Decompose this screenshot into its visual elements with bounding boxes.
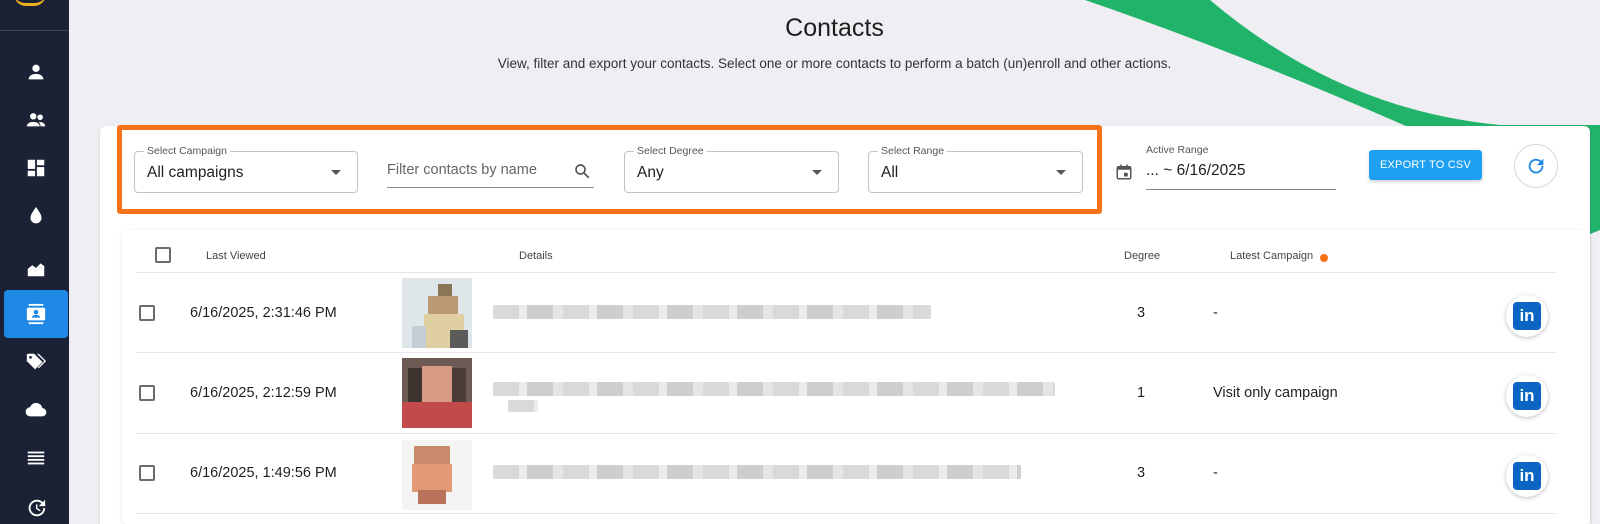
refresh-button[interactable] bbox=[1514, 144, 1558, 188]
sidebar-item-contacts[interactable] bbox=[4, 290, 68, 338]
area-chart-icon bbox=[27, 263, 45, 277]
row-degree: 3 bbox=[1137, 465, 1146, 481]
page-title: Contacts bbox=[785, 14, 884, 42]
blurred-details bbox=[493, 465, 1021, 479]
column-header-latest-campaign[interactable]: Latest Campaign bbox=[1230, 250, 1313, 262]
row-checkbox[interactable] bbox=[139, 465, 155, 481]
active-range-field[interactable]: Active Range ... ~ 6/16/2025 bbox=[1146, 140, 1336, 190]
linkedin-button[interactable]: in bbox=[1506, 295, 1548, 337]
avatar[interactable] bbox=[402, 358, 472, 428]
column-header-details[interactable]: Details bbox=[519, 250, 553, 262]
column-header-last-viewed[interactable]: Last Viewed bbox=[206, 250, 266, 262]
calendar-icon bbox=[1116, 164, 1132, 180]
people-icon bbox=[26, 113, 46, 127]
linkedin-icon: in bbox=[1513, 462, 1541, 490]
degree-select[interactable]: Select Degree Any bbox=[624, 145, 839, 193]
sidebar-item-profile[interactable] bbox=[4, 48, 68, 96]
row-divider bbox=[136, 433, 1556, 434]
dashboard-icon bbox=[27, 159, 45, 177]
range-select[interactable]: Select Range All bbox=[868, 145, 1083, 193]
search-input[interactable] bbox=[387, 152, 594, 188]
linkedin-icon: in bbox=[1513, 302, 1541, 330]
row-latest-campaign: - bbox=[1213, 465, 1218, 481]
export-csv-button[interactable]: EXPORT TO CSV bbox=[1369, 150, 1482, 180]
chevron-down-icon bbox=[331, 170, 341, 175]
row-last-viewed: 6/16/2025, 1:49:56 PM bbox=[190, 465, 337, 481]
active-range-value: ... ~ 6/16/2025 bbox=[1146, 162, 1246, 179]
tags-icon bbox=[26, 353, 47, 370]
campaign-select[interactable]: Select Campaign All campaigns bbox=[134, 145, 358, 193]
row-divider bbox=[136, 272, 1556, 273]
list-icon bbox=[27, 451, 45, 465]
sidebar-item-drip[interactable] bbox=[4, 192, 68, 240]
linkedin-button[interactable]: in bbox=[1506, 375, 1548, 417]
row-degree: 1 bbox=[1137, 385, 1146, 401]
sidebar-item-dashboard[interactable] bbox=[4, 144, 68, 192]
logo bbox=[14, 0, 46, 6]
blurred-details bbox=[493, 382, 1055, 396]
sidebar-item-cloud[interactable] bbox=[4, 386, 68, 434]
sidebar-divider bbox=[0, 30, 69, 31]
chevron-down-icon bbox=[1056, 170, 1066, 175]
row-last-viewed: 6/16/2025, 2:31:46 PM bbox=[190, 305, 337, 321]
status-dot bbox=[1320, 254, 1328, 262]
row-divider bbox=[136, 352, 1556, 353]
page-subtitle: View, filter and export your contacts. S… bbox=[497, 56, 1172, 71]
avatar[interactable] bbox=[402, 440, 472, 510]
sidebar-item-tags[interactable] bbox=[4, 338, 68, 386]
sidebar bbox=[0, 0, 69, 524]
blurred-details bbox=[508, 400, 538, 412]
avatar[interactable] bbox=[402, 278, 472, 348]
active-range-label: Active Range bbox=[1146, 144, 1209, 156]
chevron-down-icon bbox=[812, 170, 822, 175]
search-icon bbox=[575, 164, 590, 179]
sidebar-item-history[interactable] bbox=[4, 484, 68, 524]
row-last-viewed: 6/16/2025, 2:12:59 PM bbox=[190, 385, 337, 401]
history-icon bbox=[28, 499, 46, 517]
select-all-checkbox[interactable] bbox=[155, 247, 171, 263]
blurred-details bbox=[493, 305, 931, 319]
drop-icon bbox=[30, 206, 42, 224]
refresh-icon bbox=[1528, 158, 1544, 174]
row-latest-campaign: Visit only campaign bbox=[1213, 385, 1338, 401]
column-header-degree[interactable]: Degree bbox=[1124, 250, 1160, 262]
range-select-value: All bbox=[881, 164, 899, 181]
degree-select-value: Any bbox=[637, 164, 664, 181]
sidebar-item-team[interactable] bbox=[4, 96, 68, 144]
sidebar-item-queue[interactable] bbox=[4, 434, 68, 482]
contacts-table bbox=[122, 230, 1590, 524]
row-latest-campaign: - bbox=[1213, 305, 1218, 321]
campaign-select-value: All campaigns bbox=[147, 164, 244, 181]
row-checkbox[interactable] bbox=[139, 305, 155, 321]
sidebar-item-analytics[interactable] bbox=[4, 244, 68, 292]
linkedin-button[interactable]: in bbox=[1506, 455, 1548, 497]
linkedin-icon: in bbox=[1513, 382, 1541, 410]
range-select-label: Select Range bbox=[878, 145, 948, 157]
person-icon bbox=[28, 64, 44, 80]
contacts-icon bbox=[26, 303, 46, 325]
row-checkbox[interactable] bbox=[139, 385, 155, 401]
campaign-select-label: Select Campaign bbox=[144, 145, 230, 157]
row-divider bbox=[136, 513, 1556, 514]
cloud-icon bbox=[25, 402, 47, 417]
row-degree: 3 bbox=[1137, 305, 1146, 321]
degree-select-label: Select Degree bbox=[634, 145, 707, 157]
